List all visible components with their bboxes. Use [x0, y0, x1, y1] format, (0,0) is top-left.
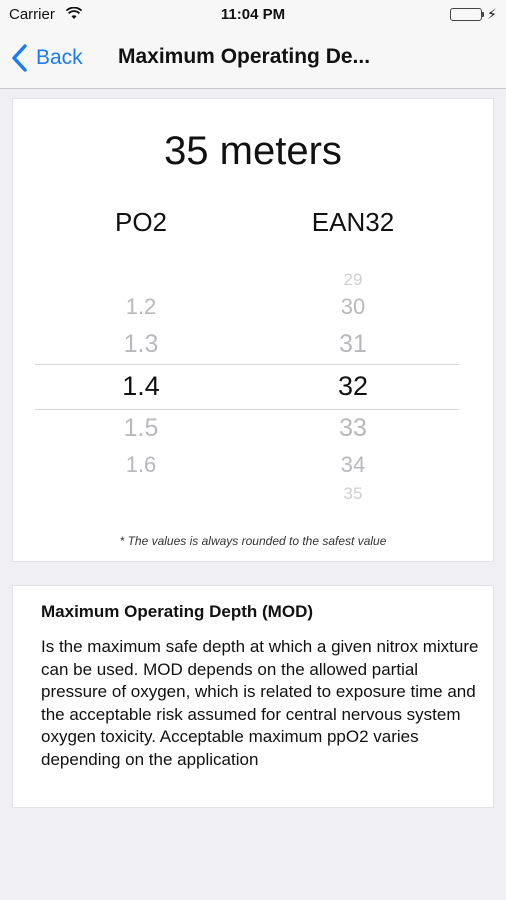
ean-option[interactable]: 35: [283, 485, 423, 502]
ean-picker[interactable]: 29 30 31 32 33 34 35: [283, 259, 423, 509]
po2-option[interactable]: 1.5: [71, 415, 211, 441]
po2-option[interactable]: 1.4: [71, 372, 211, 400]
po2-option[interactable]: 1.6: [71, 454, 211, 476]
status-time: 11:04 PM: [220, 6, 286, 23]
info-body: Is the maximum safe depth at which a giv…: [41, 637, 479, 769]
ean-option[interactable]: 33: [283, 415, 423, 441]
page-title: Maximum Operating De...: [118, 45, 371, 68]
po2-option[interactable]: 1.2: [71, 296, 211, 318]
po2-picker[interactable]: 1.2 1.3 1.4 1.5 1.6: [71, 259, 211, 509]
back-button[interactable]: Back: [10, 40, 83, 76]
chevron-left-icon: [12, 44, 27, 72]
rounding-footnote: * The values is always rounded to the sa…: [119, 534, 387, 548]
ean-column-header: EAN32: [311, 207, 395, 237]
po2-column-header: PO2: [114, 207, 168, 237]
info-title: Maximum Operating Depth (MOD): [41, 602, 314, 621]
ean-option[interactable]: 34: [283, 454, 423, 476]
mod-info-card: Maximum Operating Depth (MOD) Is the max…: [12, 585, 494, 808]
mod-calculator-card: 35 meters PO2 EAN32 1.2 1.3 1.4 1.5 1.6 29 30…: [12, 98, 494, 562]
charging-bolt-icon: ⚡: [487, 6, 497, 22]
battery-icon: ⚡: [450, 6, 497, 23]
ean-option[interactable]: 32: [283, 372, 423, 400]
ean-option[interactable]: 31: [283, 331, 423, 357]
depth-result: 35 meters: [164, 129, 342, 173]
navigation-bar: Back Maximum Operating De...: [0, 30, 506, 89]
status-bar: Carrier 11:04 PM ⚡: [0, 0, 506, 30]
back-label: Back: [36, 46, 83, 69]
ean-option[interactable]: 29: [283, 271, 423, 288]
po2-option[interactable]: 1.3: [71, 331, 211, 357]
ean-option[interactable]: 30: [283, 296, 423, 318]
